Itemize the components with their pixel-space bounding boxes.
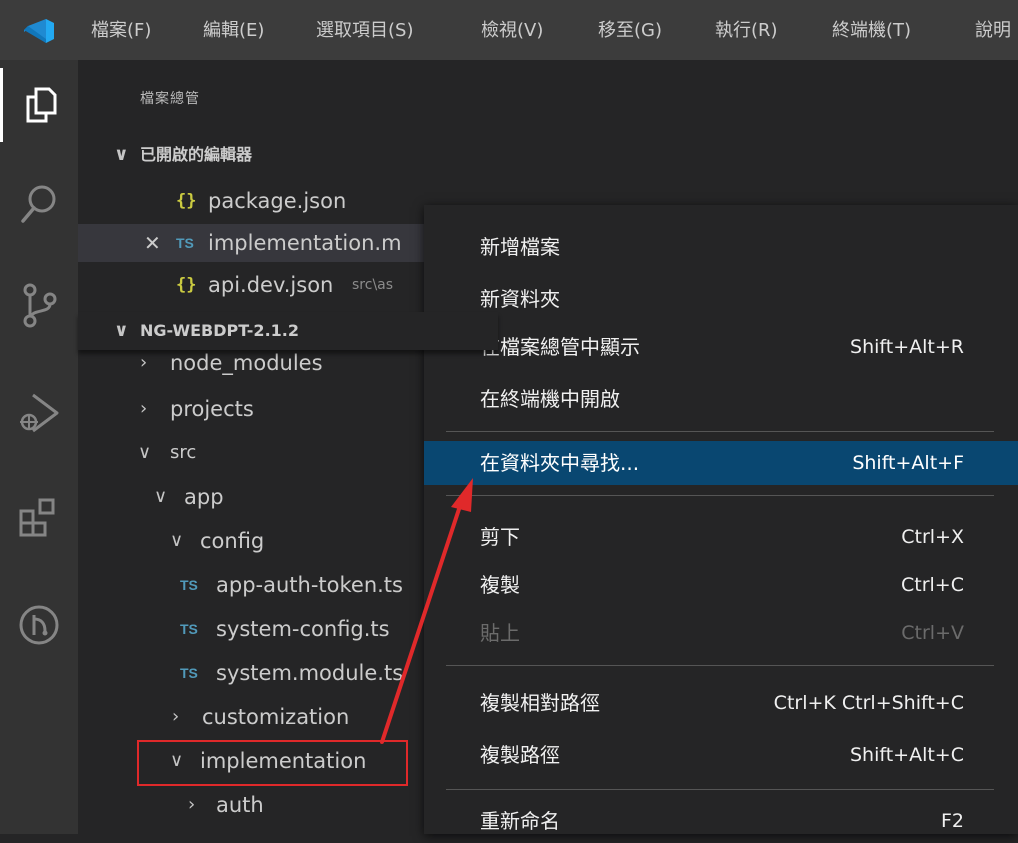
menu-item-open-in-terminal[interactable]: 在終端機中開啟 (424, 377, 1018, 421)
menu-view[interactable]: 檢視(V) (481, 20, 543, 42)
tree-item-label: src (170, 442, 197, 463)
source-control-icon (23, 283, 57, 328)
workspace-header[interactable]: ∨ NG-WEBDPT-2.1.2 (78, 312, 498, 350)
menu-item-copy-relative-path[interactable]: 複製相對路徑 Ctrl+K Ctrl+Shift+C (424, 681, 1018, 725)
file-name: package.json (208, 189, 347, 213)
menu-item-copy[interactable]: 複製 Ctrl+C (424, 563, 1018, 607)
tree-item-label: app-auth-token.ts (216, 573, 403, 597)
close-icon[interactable]: ✕ (144, 224, 161, 262)
menu-separator (446, 495, 994, 496)
menu-item-shortcut: Ctrl+V (901, 622, 964, 644)
tree-item-label: customization (202, 705, 350, 729)
json-file-icon: {} (176, 191, 197, 211)
typescript-file-icon: TS (180, 577, 198, 593)
chevron-right-icon: › (172, 706, 180, 727)
chevron-down-icon: ∨ (154, 486, 168, 507)
context-menu: 新增檔案 新資料夾 在檔案總管中顯示 Shift+Alt+R 在終端機中開啟 在… (424, 205, 1018, 834)
menu-item-shortcut: Shift+Alt+C (849, 744, 964, 766)
activity-bar (0, 60, 78, 834)
menu-run[interactable]: 執行(R) (715, 20, 778, 42)
menu-item-label: 在資料夾中尋找... (480, 451, 640, 475)
typescript-file-icon: TS (176, 235, 194, 251)
menu-item-new-folder[interactable]: 新資料夾 (424, 277, 1018, 321)
activity-remote[interactable] (0, 588, 78, 662)
menu-item-label: 剪下 (480, 525, 520, 549)
menu-item-label: 複製路徑 (480, 743, 560, 767)
menu-bar: 檔案(F) 編輯(E) 選取項目(S) 檢視(V) 移至(G) 執行(R) 終端… (0, 0, 1018, 60)
chevron-right-icon: › (140, 398, 148, 419)
chevron-down-icon: ∨ (138, 442, 152, 463)
explorer-icon (26, 87, 56, 123)
menu-item-new-file[interactable]: 新增檔案 (424, 225, 1018, 269)
menu-separator (446, 431, 994, 432)
file-name: implementation.m (208, 231, 402, 255)
open-editors-header[interactable]: ∨ 已開啟的編輯器 (78, 136, 498, 174)
menu-item-find-in-folder[interactable]: 在資料夾中尋找... Shift+Alt+F (424, 441, 1018, 485)
workspace-name: NG-WEBDPT-2.1.2 (140, 321, 299, 340)
file-path-hint: src\as (352, 277, 394, 293)
explorer-title: 檔案總管 (140, 91, 200, 107)
menu-item-label: 新增檔案 (480, 235, 560, 259)
extensions-icon (19, 498, 55, 537)
menu-item-shortcut: Shift+Alt+F (852, 452, 964, 474)
remote-explorer-icon (19, 605, 59, 645)
typescript-file-icon: TS (180, 621, 198, 637)
menu-item-label: 貼上 (480, 621, 520, 645)
menu-edit[interactable]: 編輯(E) (203, 20, 264, 42)
menu-item-label: 複製相對路徑 (480, 691, 600, 715)
highlight-box-annotation (137, 740, 408, 786)
tree-item-label: app (184, 485, 224, 509)
menu-item-copy-path[interactable]: 複製路徑 Shift+Alt+C (424, 733, 1018, 777)
chevron-down-icon: ∨ (170, 530, 184, 551)
menu-item-rename[interactable]: 重新命名 F2 (424, 799, 1018, 843)
search-icon (21, 185, 56, 223)
file-name: api.dev.json (208, 273, 334, 297)
chevron-down-icon: ∨ (114, 144, 129, 165)
activity-source-control[interactable] (0, 268, 78, 342)
vscode-logo-icon (24, 19, 54, 43)
activity-search[interactable] (0, 168, 78, 242)
menu-item-label: 複製 (480, 573, 520, 597)
run-debug-icon (20, 393, 59, 433)
menu-item-paste: 貼上 Ctrl+V (424, 611, 1018, 655)
menu-item-shortcut: Ctrl+X (901, 526, 964, 548)
tree-item-label: projects (170, 397, 254, 421)
tree-item-label: system.module.ts (216, 661, 404, 685)
open-editors-label: 已開啟的編輯器 (140, 145, 253, 164)
menu-item-cut[interactable]: 剪下 Ctrl+X (424, 515, 1018, 559)
activity-extensions[interactable] (0, 480, 78, 554)
tree-item-label: config (200, 529, 265, 553)
chevron-right-icon: › (188, 794, 196, 815)
tree-item-label: auth (216, 793, 264, 817)
menu-help[interactable]: 說明 (975, 20, 1011, 42)
json-file-icon: {} (176, 275, 197, 295)
activity-explorer[interactable] (0, 68, 78, 142)
activity-run-debug[interactable] (0, 376, 78, 450)
menu-separator (446, 789, 994, 790)
typescript-file-icon: TS (180, 665, 198, 681)
menu-selection[interactable]: 選取項目(S) (316, 20, 413, 42)
menu-item-shortcut: Shift+Alt+R (850, 336, 964, 358)
menu-item-label: 在檔案總管中顯示 (480, 335, 640, 359)
chevron-down-icon: ∨ (114, 320, 129, 341)
menu-separator (446, 665, 994, 666)
menu-file[interactable]: 檔案(F) (91, 20, 151, 42)
menu-item-shortcut: Ctrl+K Ctrl+Shift+C (773, 692, 964, 714)
menu-item-reveal-in-explorer[interactable]: 在檔案總管中顯示 Shift+Alt+R (424, 325, 1018, 369)
menu-item-shortcut: Ctrl+C (901, 574, 964, 596)
menu-item-label: 在終端機中開啟 (480, 387, 620, 411)
menu-go[interactable]: 移至(G) (598, 20, 662, 42)
menu-terminal[interactable]: 終端機(T) (832, 20, 911, 42)
menu-item-shortcut: F2 (940, 810, 964, 832)
tree-item-label: system-config.ts (216, 617, 390, 641)
menu-item-label: 重新命名 (480, 809, 560, 833)
